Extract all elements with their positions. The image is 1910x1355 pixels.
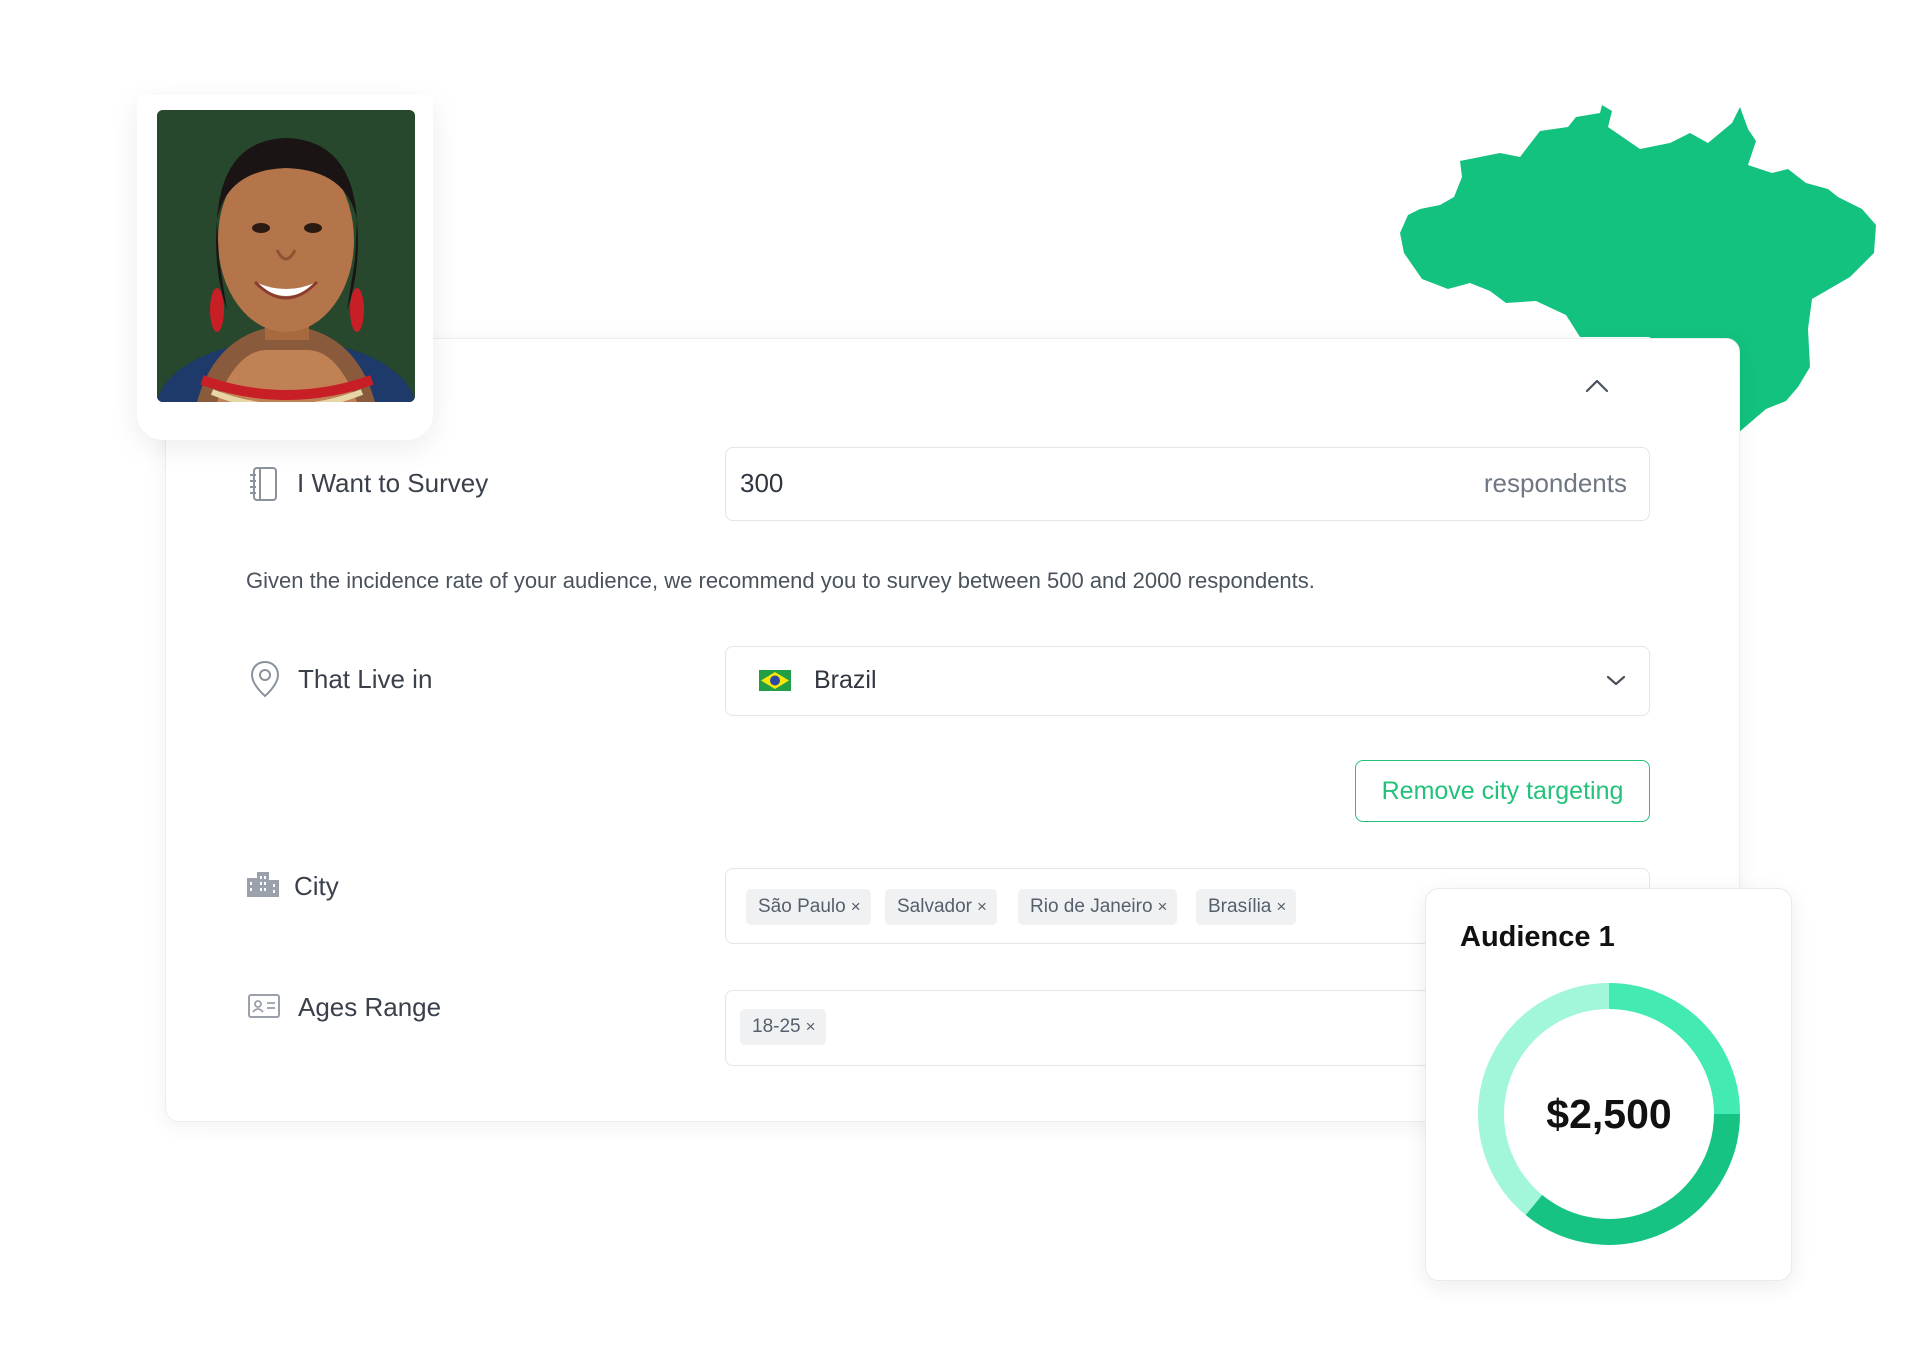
city-tag-label: Brasília [1208,896,1272,917]
remove-tag-icon[interactable]: × [851,897,861,916]
quantity-label: I Want to Survey [297,468,489,498]
city-tag: Brasília × [1196,889,1297,925]
city-tag: Salvador × [885,889,997,925]
city-tag-label: Salvador [897,896,972,917]
city-tag-label: São Paulo [758,896,846,917]
buildings-icon [247,872,279,897]
chevron-up-icon[interactable] [1583,375,1611,397]
notebook-icon [250,467,277,501]
respondent-portrait-image [157,110,415,402]
country-value: Brazil [814,666,877,694]
remove-tag-icon[interactable]: × [806,1017,816,1036]
remove-tag-icon[interactable]: × [977,897,987,916]
audience-amount: $2,500 [1546,1091,1672,1137]
city-tag-label: Rio de Janeiro [1030,896,1153,917]
city-label: City [294,871,339,901]
chevron-down-icon[interactable] [1605,671,1627,689]
age-tag: 18-25 × [740,1009,826,1045]
map-pin-icon [250,660,280,698]
respondent-photo-frame [137,95,433,440]
id-card-icon [248,994,280,1018]
respondent-count-value[interactable]: 300 [740,468,783,499]
city-tag: São Paulo × [746,889,871,925]
respondent-count-unit: respondents [1483,468,1627,498]
country-label: That Live in [298,664,433,694]
remove-tag-icon[interactable]: × [1158,897,1168,916]
brazil-flag-icon [759,670,791,691]
city-tag: Rio de Janeiro × [1018,889,1178,925]
age-tag-label: 18-25 [752,1016,801,1037]
remove-tag-icon[interactable]: × [1276,897,1286,916]
recommendation-hint: Given the incidence rate of your audienc… [246,568,1315,593]
audience-title: Audience 1 [1460,921,1615,953]
audience-summary-card: Audience 1 $2,500 [1425,888,1792,1281]
age-label: Ages Range [298,992,442,1022]
respondent-count-input[interactable]: 300 respondents [725,447,1650,521]
remove-city-targeting-button[interactable]: Remove city targeting [1355,760,1650,822]
country-select[interactable]: Brazil [725,646,1650,716]
respondent-photo [157,110,415,402]
